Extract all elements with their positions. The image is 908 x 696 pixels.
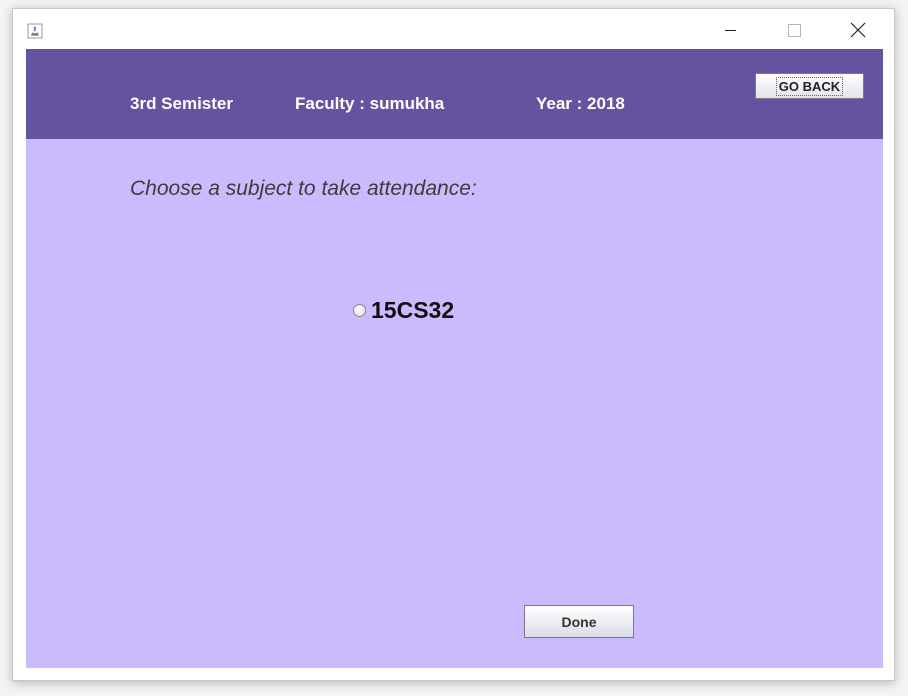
maximize-button[interactable] [771, 15, 817, 45]
go-back-button[interactable]: GO BACK [755, 73, 864, 99]
minimize-button[interactable] [707, 15, 753, 45]
year-label: Year : 2018 [536, 94, 625, 113]
java-app-icon [27, 23, 43, 39]
app-window: 3rd Semister Faculty : sumukha Year : 20… [12, 8, 895, 681]
minimize-icon [724, 29, 736, 31]
header-bar: 3rd Semister Faculty : sumukha Year : 20… [26, 49, 883, 139]
go-back-label: GO BACK [775, 76, 844, 96]
subject-radio-option[interactable]: 15CS32 [353, 297, 454, 324]
radio-button[interactable] [353, 304, 366, 317]
close-button[interactable] [835, 15, 881, 45]
semester-label: 3rd Semister [130, 94, 233, 113]
main-panel: Choose a subject to take attendance: 15C… [26, 139, 883, 668]
subject-label: 15CS32 [371, 297, 455, 323]
maximize-icon [787, 23, 801, 37]
title-bar [13, 9, 894, 49]
faculty-label: Faculty : sumukha [295, 94, 445, 113]
done-button[interactable]: Done [524, 605, 634, 638]
subject-prompt: Choose a subject to take attendance: [130, 177, 477, 200]
close-icon [850, 22, 866, 38]
